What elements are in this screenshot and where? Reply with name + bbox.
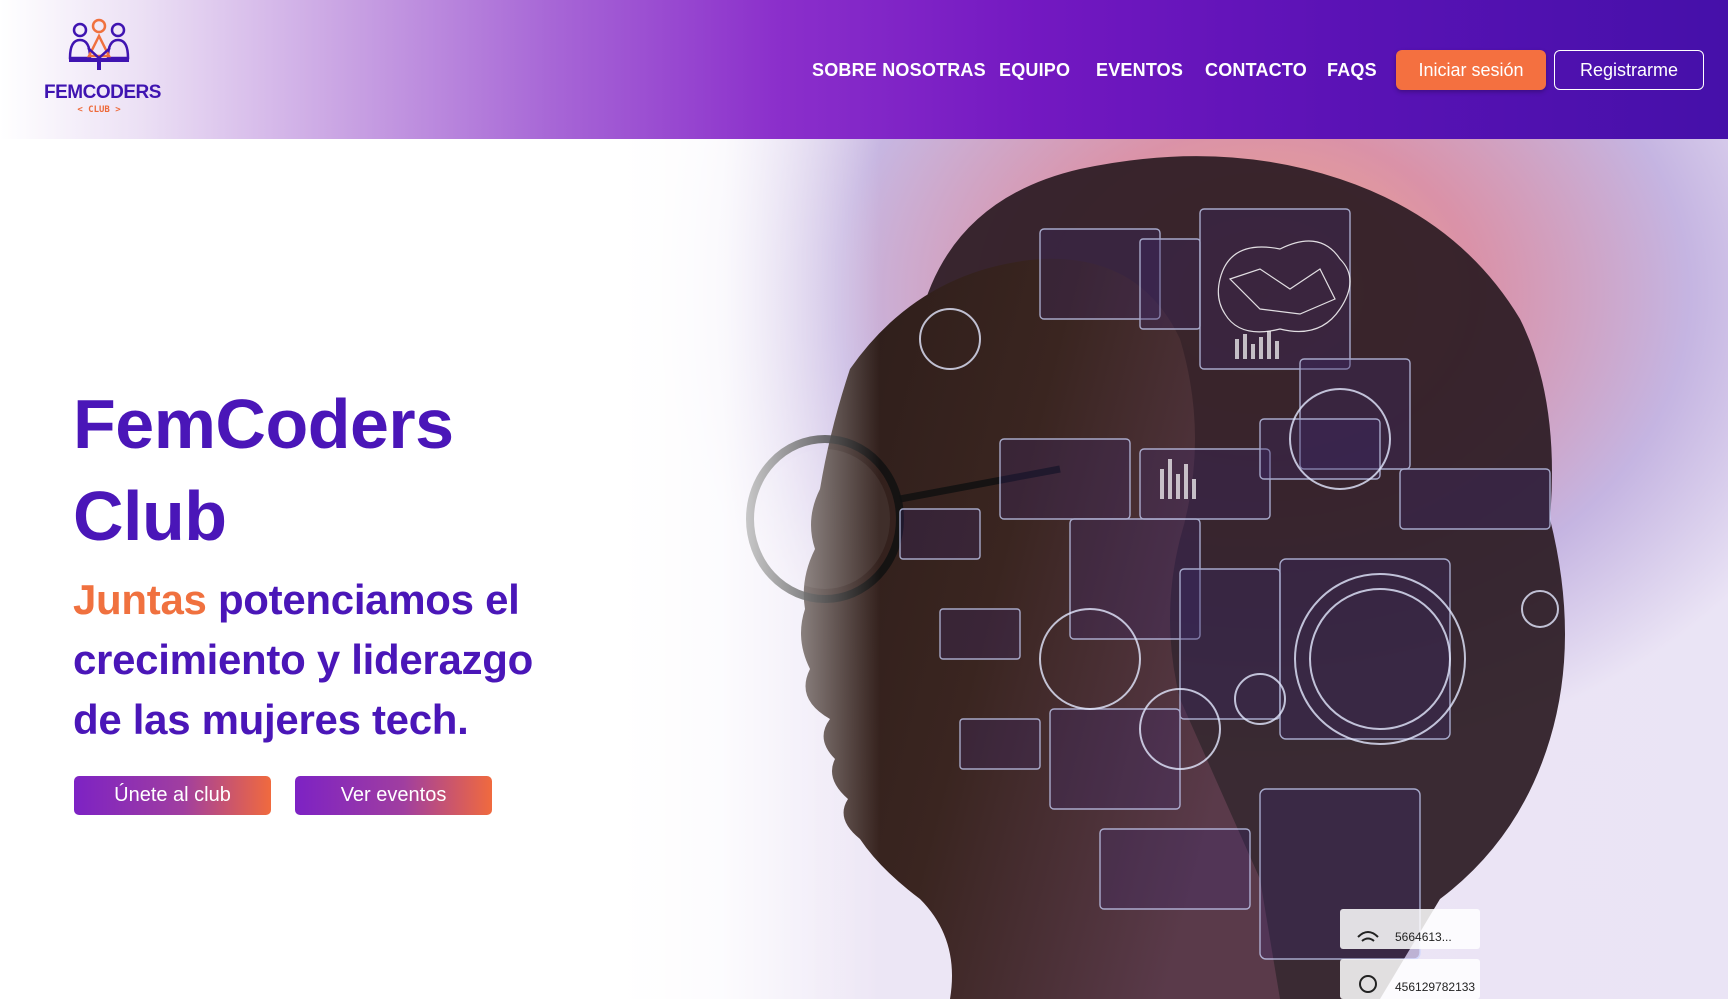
join-club-button[interactable]: Únete al club bbox=[74, 776, 271, 815]
hero-subtitle-line3: de las mujeres tech. bbox=[73, 696, 469, 743]
nav-item-contacto[interactable]: CONTACTO bbox=[1205, 57, 1307, 83]
logo-subtext: < CLUB > bbox=[77, 105, 121, 115]
nav-item-faqs[interactable]: FAQS bbox=[1327, 57, 1377, 83]
nav-item-equipo[interactable]: EQUIPO bbox=[999, 57, 1070, 83]
register-button[interactable]: Registrarme bbox=[1554, 50, 1704, 90]
hero-title: FemCoders Club bbox=[73, 378, 593, 562]
hero-title-line1: FemCoders bbox=[73, 385, 454, 463]
nav-item-eventos[interactable]: EVENTOS bbox=[1096, 57, 1183, 83]
hero-title-line2: Club bbox=[73, 477, 227, 555]
site-header: FEMCODERS < CLUB > SOBRE NOSOTRAS EQUIPO… bbox=[0, 0, 1728, 139]
hero-subtitle-accent: Juntas bbox=[73, 576, 207, 623]
hero-subtitle-line2: crecimiento y liderazgo bbox=[73, 636, 533, 683]
nav-item-sobre-nosotras[interactable]: SOBRE NOSOTRAS bbox=[812, 57, 986, 83]
login-button[interactable]: Iniciar sesión bbox=[1396, 50, 1546, 90]
hero-subtitle-rest1: potenciamos el bbox=[206, 576, 520, 623]
hero-id-2: 456129782133 bbox=[1395, 980, 1475, 994]
hero-subtitle: Juntas potenciamos el crecimiento y lide… bbox=[73, 570, 593, 750]
hero-id-1: 5664613... bbox=[1395, 930, 1452, 944]
hero-fade bbox=[620, 139, 880, 999]
view-events-button[interactable]: Ver eventos bbox=[295, 776, 492, 815]
